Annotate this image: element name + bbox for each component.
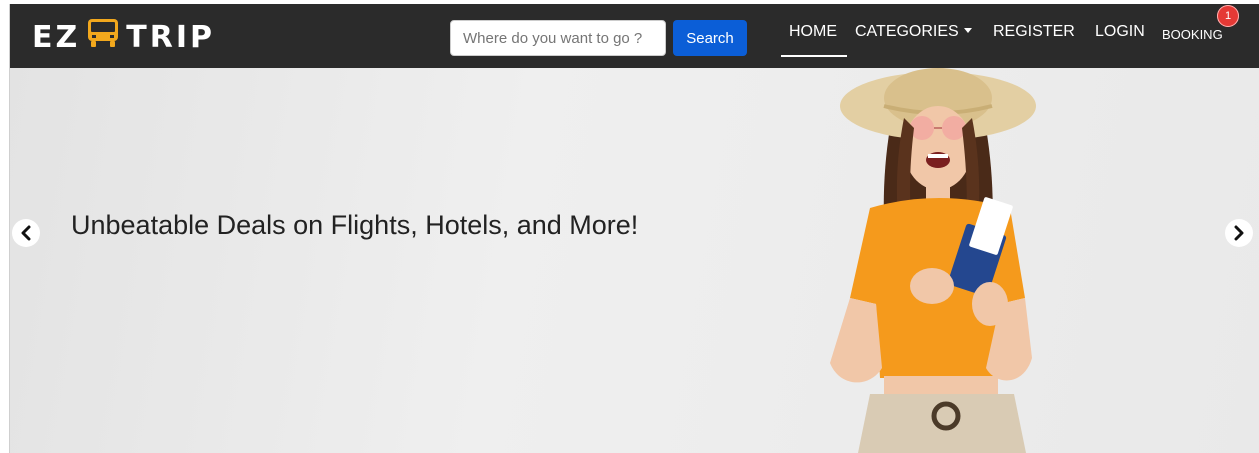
app-frame: EZ TRIP Search HOME CATEGORIES REGISTER …: [9, 4, 1259, 453]
search-input[interactable]: [450, 20, 666, 56]
chevron-left-icon: [21, 225, 31, 241]
chevron-right-icon: [1234, 225, 1244, 241]
search-button[interactable]: Search: [673, 20, 747, 56]
nav-booking[interactable]: BOOKING: [1162, 27, 1223, 42]
nav-categories-label: CATEGORIES: [855, 23, 959, 40]
bus-icon: [86, 17, 120, 57]
traveler-woman-image: [830, 68, 1036, 453]
hero-carousel: Unbeatable Deals on Flights, Hotels, and…: [10, 68, 1259, 453]
brand-logo[interactable]: EZ TRIP: [32, 17, 215, 57]
logo-text-right: TRIP: [126, 19, 215, 55]
carousel-prev-button[interactable]: [12, 219, 40, 247]
caret-down-icon: [963, 28, 972, 33]
hero-title: Unbeatable Deals on Flights, Hotels, and…: [71, 210, 639, 240]
nav-register[interactable]: REGISTER: [993, 23, 1075, 41]
nav-home[interactable]: HOME: [789, 23, 837, 41]
nav-categories-dropdown[interactable]: CATEGORIES: [855, 23, 972, 41]
active-nav-indicator: [781, 55, 847, 57]
nav-login[interactable]: LOGIN: [1095, 23, 1145, 41]
logo-text-left: EZ: [32, 19, 81, 55]
booking-count-badge: 1: [1217, 5, 1239, 27]
navbar: EZ TRIP Search HOME CATEGORIES REGISTER …: [10, 4, 1259, 68]
carousel-next-button[interactable]: [1225, 219, 1253, 247]
